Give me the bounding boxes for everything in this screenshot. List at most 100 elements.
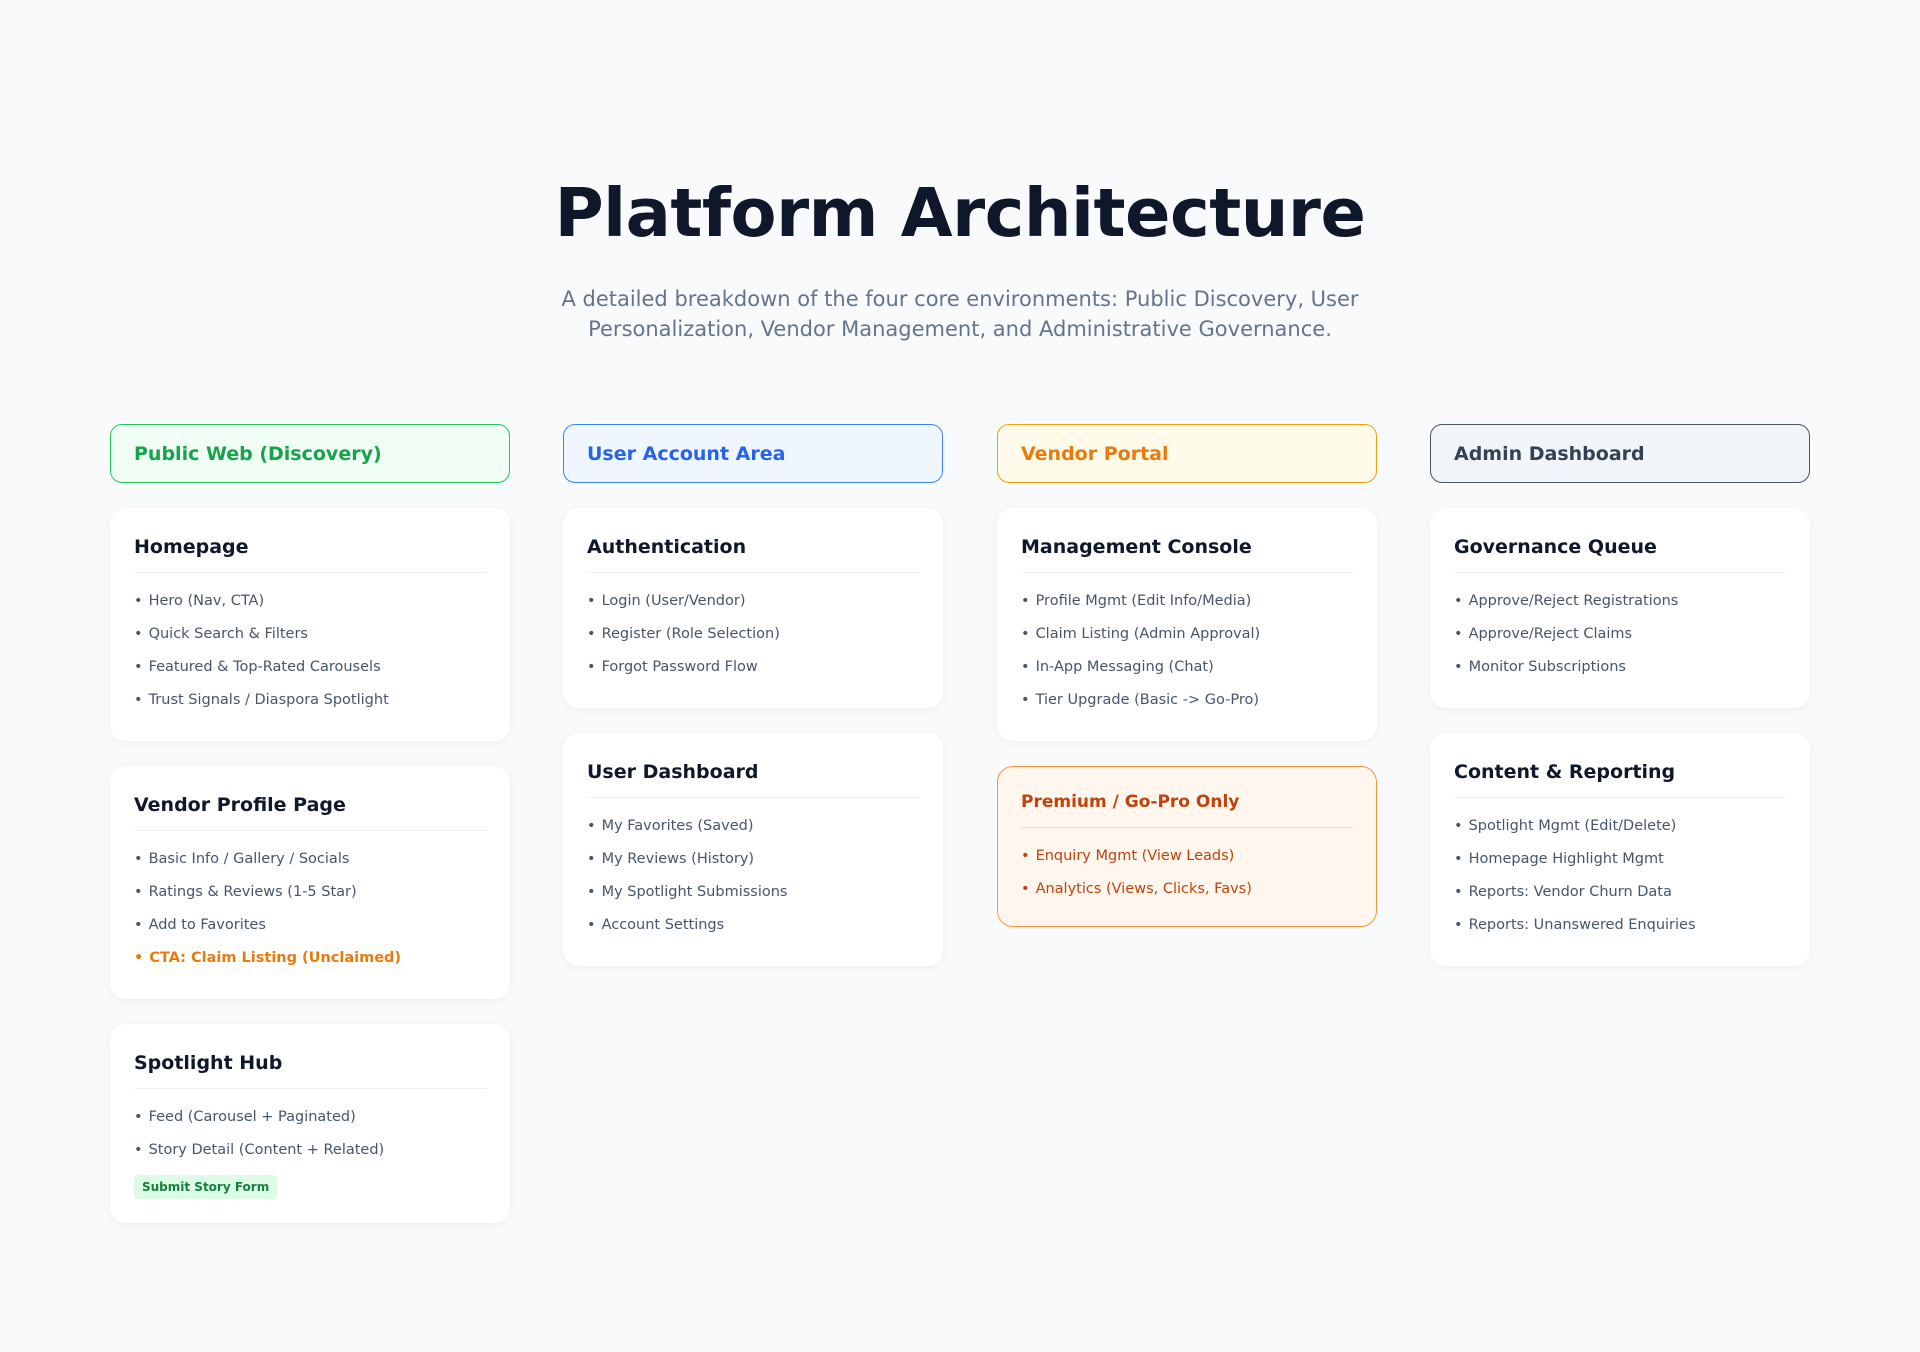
list-item: • Login (User/Vendor) — [587, 585, 920, 618]
card-governance-queue: Governance Queue • Approve/Reject Registr… — [1430, 508, 1810, 708]
list-item: • Enquiry Mgmt (View Leads) — [1021, 840, 1353, 873]
bullet: • — [587, 851, 596, 867]
list-item-text: My Spotlight Submissions — [601, 884, 788, 900]
bullet: • — [134, 626, 143, 642]
list-item-text: Enquiry Mgmt (View Leads) — [1035, 848, 1235, 864]
bullet: • — [1021, 692, 1030, 708]
list-item: • Spotlight Mgmt (Edit/Delete) — [1454, 810, 1787, 843]
bullet: • — [134, 884, 143, 900]
card-premium-go-pro: Premium / Go-Pro Only • Enquiry Mgmt (Vie… — [997, 766, 1377, 927]
list-item-text: Reports: Vendor Churn Data — [1468, 884, 1672, 900]
card-list: • Approve/Reject Registrations • Approve/R… — [1454, 585, 1787, 684]
list-item-text: CTA: Claim Listing (Unclaimed) — [149, 950, 402, 966]
list-item: • My Spotlight Submissions — [587, 876, 920, 909]
page-title: Platform Architecture — [554, 174, 1366, 252]
card-user-dashboard: User Dashboard • My Favorites (Saved) • My… — [563, 733, 943, 966]
card-list: • Spotlight Mgmt (Edit/Delete) • Homepage … — [1454, 810, 1787, 942]
list-item-text: Approve/Reject Claims — [1468, 626, 1633, 642]
card-list: • Feed (Carousel + Paginated) • Story Deta… — [134, 1101, 487, 1167]
bullet: • — [134, 659, 143, 675]
list-item-text: Monitor Subscriptions — [1468, 659, 1626, 675]
bullet: • — [1454, 626, 1463, 642]
list-item: • Quick Search & Filters — [134, 618, 487, 651]
bullet: • — [1454, 659, 1463, 675]
column-header-public-web: Public Web (Discovery) — [110, 424, 510, 483]
list-item-text: Trust Signals / Diaspora Spotlight — [148, 692, 389, 708]
bullet: • — [587, 917, 596, 933]
list-item: • Reports: Unanswered Enquiries — [1454, 909, 1787, 942]
column-header-label: Public Web (Discovery) — [134, 442, 382, 465]
bullet: • — [587, 818, 596, 834]
list-item: • My Reviews (History) — [587, 843, 920, 876]
card-vendor-profile-page: Vendor Profile Page • Basic Info / Galler… — [110, 766, 510, 999]
card-title: Authentication — [587, 534, 920, 573]
column-public-web: Public Web (Discovery) Homepage • Hero (N… — [110, 424, 510, 1248]
list-item-text: In-App Messaging (Chat) — [1035, 659, 1214, 675]
subtitle-line-2: Personalization, Vendor Management, and … — [588, 317, 1332, 341]
list-item: • Register (Role Selection) — [587, 618, 920, 651]
card-title: Governance Queue — [1454, 534, 1787, 573]
list-item: • Add to Favorites — [134, 909, 487, 942]
list-item-text: Reports: Unanswered Enquiries — [1468, 917, 1696, 933]
list-item-text: Add to Favorites — [148, 917, 266, 933]
list-item-text: Register (Role Selection) — [601, 626, 780, 642]
bullet: • — [1021, 593, 1030, 609]
list-item-text: Tier Upgrade (Basic -> Go-Pro) — [1035, 692, 1260, 708]
list-item-text: Homepage Highlight Mgmt — [1468, 851, 1664, 867]
list-item-text: Featured & Top-Rated Carousels — [148, 659, 381, 675]
list-item-text: Feed (Carousel + Paginated) — [148, 1109, 356, 1125]
list-item: • Profile Mgmt (Edit Info/Media) — [1021, 585, 1354, 618]
list-item-text: Profile Mgmt (Edit Info/Media) — [1035, 593, 1252, 609]
list-item-text: My Favorites (Saved) — [601, 818, 754, 834]
list-item: • Tier Upgrade (Basic -> Go-Pro) — [1021, 684, 1354, 717]
bullet: • — [1454, 818, 1463, 834]
list-item-text: Account Settings — [601, 917, 725, 933]
list-item-text: Analytics (Views, Clicks, Favs) — [1035, 881, 1252, 897]
column-header-label: Vendor Portal — [1021, 442, 1169, 465]
bullet: • — [1021, 626, 1030, 642]
bullet: • — [1021, 881, 1030, 897]
page-subtitle: A detailed breakdown of the four core en… — [560, 284, 1360, 344]
bullet: • — [1454, 884, 1463, 900]
card-title: Premium / Go-Pro Only — [1021, 789, 1353, 828]
list-item: • Ratings & Reviews (1-5 Star) — [134, 876, 487, 909]
list-item-text: Spotlight Mgmt (Edit/Delete) — [1468, 818, 1677, 834]
bullet: • — [1454, 851, 1463, 867]
bullet: • — [134, 950, 144, 966]
bullet: • — [587, 884, 596, 900]
subtitle-line-1: A detailed breakdown of the four core en… — [561, 287, 1359, 311]
card-list: • Login (User/Vendor) • Register (Role Sel… — [587, 585, 920, 684]
list-item: • Forgot Password Flow — [587, 651, 920, 684]
bullet: • — [134, 1109, 143, 1125]
column-header-vendor-portal: Vendor Portal — [997, 424, 1377, 483]
bullet: • — [134, 851, 143, 867]
column-vendor-portal: Vendor Portal Management Console • Profil… — [997, 424, 1377, 952]
page: Platform Architecture A detailed breakdo… — [0, 0, 1920, 1352]
list-item: • Homepage Highlight Mgmt — [1454, 843, 1787, 876]
list-item-text: Claim Listing (Admin Approval) — [1035, 626, 1261, 642]
card-homepage: Homepage • Hero (Nav, CTA) • Quick Search … — [110, 508, 510, 741]
submit-story-form-badge: Submit Story Form — [134, 1175, 278, 1199]
bullet: • — [134, 1142, 143, 1158]
list-item-text: Quick Search & Filters — [148, 626, 308, 642]
card-title: Content & Reporting — [1454, 759, 1787, 798]
list-item: • Hero (Nav, CTA) — [134, 585, 487, 618]
list-item-text: Forgot Password Flow — [601, 659, 758, 675]
bullet: • — [1021, 659, 1030, 675]
list-item-text: Login (User/Vendor) — [601, 593, 746, 609]
card-list: • My Favorites (Saved) • My Reviews (Histo… — [587, 810, 920, 942]
list-item-text: Hero (Nav, CTA) — [148, 593, 265, 609]
card-management-console: Management Console • Profile Mgmt (Edit I… — [997, 508, 1377, 741]
column-header-user-account: User Account Area — [563, 424, 943, 483]
column-admin-dashboard: Admin Dashboard Governance Queue • Approv… — [1430, 424, 1810, 991]
card-title: Spotlight Hub — [134, 1050, 487, 1089]
column-user-account: User Account Area Authentication • Login … — [563, 424, 943, 991]
list-item: • Story Detail (Content + Related) — [134, 1134, 487, 1167]
bullet: • — [134, 692, 143, 708]
card-title: Management Console — [1021, 534, 1354, 573]
list-item: • Analytics (Views, Clicks, Favs) — [1021, 873, 1353, 906]
column-header-label: User Account Area — [587, 442, 786, 465]
list-item-text: Basic Info / Gallery / Socials — [148, 851, 350, 867]
list-item: • Claim Listing (Admin Approval) — [1021, 618, 1354, 651]
card-title: User Dashboard — [587, 759, 920, 798]
